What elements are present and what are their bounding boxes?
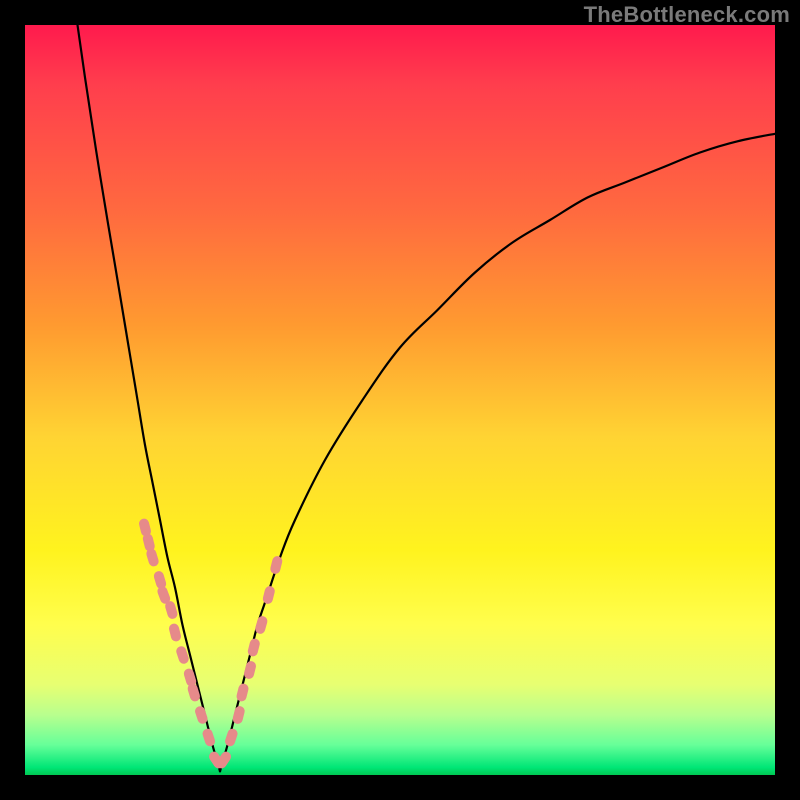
bead	[262, 585, 276, 605]
bead	[247, 638, 261, 658]
plot-area	[25, 25, 775, 775]
watermark-text: TheBottleneck.com	[584, 2, 790, 28]
curve-left-branch	[78, 25, 221, 771]
curve-layer	[25, 25, 775, 775]
chart-frame: TheBottleneck.com	[0, 0, 800, 800]
bead	[201, 727, 216, 747]
bead	[269, 555, 283, 575]
curve-right-branch	[220, 134, 775, 772]
bead	[168, 623, 182, 643]
bead	[224, 727, 239, 747]
bead	[235, 683, 249, 703]
bead-markers	[138, 518, 283, 771]
